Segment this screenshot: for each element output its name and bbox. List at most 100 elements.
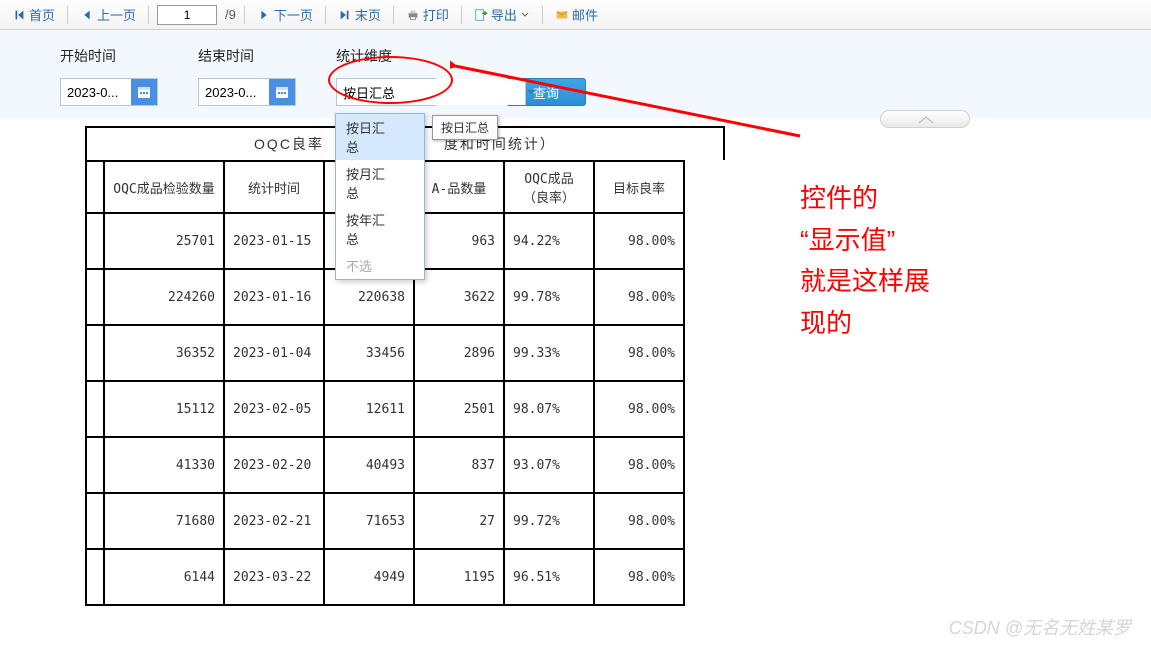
dimension-dropdown[interactable]: 按日汇总按月汇总按年汇总不选 [335,113,425,280]
last-label: 末页 [355,5,381,24]
row-lead [86,325,104,381]
table-row: 716802023-02-21716532799.72%98.00% [86,493,684,549]
report-toolbar: 首页 上一页 /9 下一页 末页 打印 导出 邮件 [0,0,1151,30]
table-row: 363522023-01-0433456289699.33%98.00% [86,325,684,381]
page-total: /9 [225,7,236,22]
chevron-down-icon [520,10,530,20]
cell: 27 [414,493,504,549]
dropdown-option[interactable]: 按日汇总 [336,114,424,160]
cell: 99.72% [504,493,594,549]
cell: 1195 [414,549,504,605]
calendar-icon[interactable] [131,79,157,105]
cell: 15112 [104,381,224,437]
first-icon [12,8,26,22]
column-header: OQC成品（良率） [504,161,594,213]
prev-icon [80,8,94,22]
next-label: 下一页 [274,5,313,24]
pager-thumb[interactable] [880,110,970,128]
cell: 6144 [104,549,224,605]
cell: 837 [414,437,504,493]
prev-page-button[interactable]: 上一页 [76,3,140,26]
cell: 2023-01-04 [224,325,324,381]
export-label: 导出 [491,5,517,24]
row-lead [86,493,104,549]
cell: 2023-02-20 [224,437,324,493]
cell: 98.00% [594,325,684,381]
next-icon [257,8,271,22]
cell: 99.33% [504,325,594,381]
end-time-label: 结束时间 [198,46,296,66]
cell: 224260 [104,269,224,325]
next-page-button[interactable]: 下一页 [253,3,317,26]
cell: 40493 [324,437,414,493]
mail-icon [555,8,569,22]
cell: 2023-03-22 [224,549,324,605]
dimension-label: 统计维度 [336,46,436,66]
column-header: 目标良率 [594,161,684,213]
cell: 2501 [414,381,504,437]
mail-label: 邮件 [572,5,598,24]
calendar-icon[interactable] [269,79,295,105]
dropdown-option[interactable]: 按年汇总 [336,206,424,252]
start-date-field[interactable] [60,78,158,106]
cell: 71680 [104,493,224,549]
cell: 98.00% [594,269,684,325]
cell: 2023-02-05 [224,381,324,437]
report-area: 按日汇总按月汇总按年汇总不选 按日汇总 控件的 “显示值” 就是这样展现的 OQ… [0,118,1151,606]
cell: 36352 [104,325,224,381]
watermark: CSDN @无名无姓某罗 [949,614,1131,640]
table-row: 413302023-02-204049383793.07%98.00% [86,437,684,493]
chevron-down-icon[interactable] [525,79,536,105]
end-date-field[interactable] [198,78,296,106]
dimension-input[interactable] [337,79,525,105]
cell: 4949 [324,549,414,605]
table-row: 151122023-02-0512611250198.07%98.00% [86,381,684,437]
cell: 41330 [104,437,224,493]
last-page-button[interactable]: 末页 [334,3,385,26]
mail-button[interactable]: 邮件 [551,3,602,26]
cell: 98.00% [594,381,684,437]
cell: 963 [414,213,504,269]
print-label: 打印 [423,5,449,24]
table-row: 61442023-03-224949119596.51%98.00% [86,549,684,605]
cell: 33456 [324,325,414,381]
cell: 2023-01-16 [224,269,324,325]
page-number-input[interactable] [157,5,217,25]
dropdown-option: 不选 [336,252,424,279]
cell: 93.07% [504,437,594,493]
cell: 2896 [414,325,504,381]
start-time-label: 开始时间 [60,46,158,66]
end-date-input[interactable] [199,79,269,105]
cell: 71653 [324,493,414,549]
cell: 3622 [414,269,504,325]
cell: 98.07% [504,381,594,437]
print-icon [406,8,420,22]
last-icon [338,8,352,22]
dimension-select[interactable] [336,78,436,106]
first-label: 首页 [29,5,55,24]
dropdown-tooltip: 按日汇总 [432,115,498,140]
first-page-button[interactable]: 首页 [8,3,59,26]
export-icon [474,8,488,22]
cell: 12611 [324,381,414,437]
cell: 96.51% [504,549,594,605]
row-header-col [86,161,104,213]
row-lead [86,549,104,605]
filter-bar: 开始时间 结束时间 统计维度 查询 [0,30,1151,118]
cell: 98.00% [594,549,684,605]
row-lead [86,437,104,493]
cell: 2023-01-15 [224,213,324,269]
dropdown-option[interactable]: 按月汇总 [336,160,424,206]
annotation-text: 控件的 “显示值” 就是这样展现的 [800,178,940,344]
print-button[interactable]: 打印 [402,3,453,26]
row-lead [86,269,104,325]
start-date-input[interactable] [61,79,131,105]
column-header: OQC成品检验数量 [104,161,224,213]
column-header: 统计时间 [224,161,324,213]
column-header: A-品数量 [414,161,504,213]
cell: 94.22% [504,213,594,269]
cell: 98.00% [594,437,684,493]
export-button[interactable]: 导出 [470,3,534,26]
cell: 98.00% [594,213,684,269]
cell: 2023-02-21 [224,493,324,549]
